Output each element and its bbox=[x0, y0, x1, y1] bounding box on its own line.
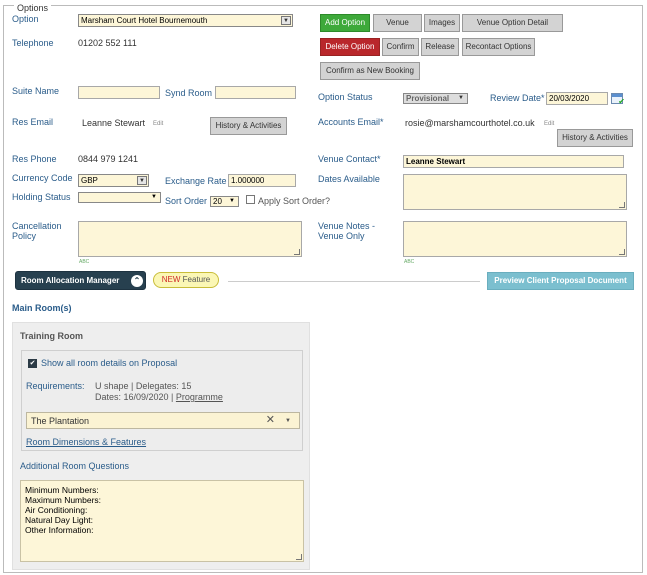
calendar-icon[interactable]: ✔ bbox=[611, 93, 625, 106]
add-option-button[interactable]: Add Option bbox=[320, 14, 370, 32]
new-feature-badge: NEW Feature bbox=[153, 272, 219, 288]
spellcheck-icon[interactable]: ABC bbox=[79, 259, 89, 265]
telephone-value: 01202 552 111 bbox=[78, 38, 137, 48]
room-select[interactable]: The Plantation ✕ ▼ bbox=[26, 412, 300, 429]
synd-room-input[interactable] bbox=[215, 86, 296, 99]
dates-line: Dates: 16/09/2020 | Programme bbox=[95, 392, 223, 403]
question-line: Other Information: bbox=[25, 525, 94, 535]
history-activities-button[interactable]: History & Activities bbox=[210, 117, 287, 135]
show-details-label: Show all room details on Proposal bbox=[41, 358, 178, 368]
requirements-value: U shape | Delegates: 15 bbox=[95, 381, 192, 391]
suite-name-input[interactable] bbox=[78, 86, 160, 99]
room-allocation-manager-label: Room Allocation Manager bbox=[21, 276, 120, 285]
synd-room-label: Synd Room bbox=[165, 88, 213, 98]
resize-grip[interactable] bbox=[296, 554, 302, 560]
option-label: Option bbox=[12, 14, 39, 24]
option-status-label: Option Status bbox=[318, 92, 373, 102]
room-dimensions-link[interactable]: Room Dimensions & Features bbox=[26, 437, 146, 448]
divider bbox=[228, 281, 480, 282]
spellcheck-icon[interactable]: ABC bbox=[404, 259, 414, 265]
room-allocation-manager-button[interactable]: Room Allocation Manager ⌃ bbox=[15, 271, 146, 290]
options-legend: Options bbox=[14, 4, 52, 13]
venue-option-detail-button[interactable]: Venue Option Detail bbox=[462, 14, 563, 32]
additional-questions-label: Additional Room Questions bbox=[20, 461, 130, 471]
chevron-down-icon: ▼ bbox=[137, 176, 147, 185]
room-title: Training Room bbox=[20, 331, 83, 341]
requirements-label: Requirements: bbox=[26, 381, 85, 391]
room-details-box: ✔ Show all room details on Proposal Requ… bbox=[21, 350, 303, 451]
holding-status-label: Holding Status bbox=[12, 192, 71, 202]
cancellation-policy-textarea[interactable] bbox=[78, 221, 302, 257]
option-status-select[interactable]: Provisional ▼ bbox=[403, 93, 468, 104]
accounts-email-value: rosie@marshamcourthotel.co.uk bbox=[405, 118, 535, 128]
option-select-value: Marsham Court Hotel Bournemouth bbox=[81, 16, 208, 25]
sort-order-label: Sort Order bbox=[165, 196, 208, 206]
venue-contact-input[interactable]: Leanne Stewart bbox=[403, 155, 624, 168]
review-date-label: Review Date* bbox=[490, 93, 545, 103]
feature-badge-text: Feature bbox=[180, 275, 211, 284]
option-status-value: Provisional bbox=[406, 94, 450, 103]
chevron-up-icon: ⌃ bbox=[131, 275, 143, 287]
confirm-button[interactable]: Confirm bbox=[382, 38, 419, 56]
question-line: Air Conditioning: bbox=[25, 505, 88, 515]
currency-code-label: Currency Code bbox=[12, 173, 73, 183]
dates-available-label: Dates Available bbox=[318, 174, 380, 184]
currency-code-value: GBP bbox=[81, 176, 98, 185]
venue-notes-label-2: Venue Only bbox=[318, 231, 365, 241]
confirm-new-booking-button[interactable]: Confirm as New Booking bbox=[320, 62, 420, 80]
exchange-rate-input[interactable]: 1.000000 bbox=[228, 174, 296, 187]
recontact-options-button[interactable]: Recontact Options bbox=[462, 38, 535, 56]
additional-questions-textarea[interactable]: Minimum Numbers: Maximum Numbers: Air Co… bbox=[20, 480, 304, 562]
suite-name-label: Suite Name bbox=[12, 86, 60, 96]
chevron-down-icon[interactable]: ▼ bbox=[285, 415, 291, 427]
question-line: Maximum Numbers: bbox=[25, 495, 102, 505]
preview-client-proposal-button[interactable]: Preview Client Proposal Document bbox=[487, 272, 634, 290]
exchange-rate-label: Exchange Rate bbox=[165, 176, 227, 186]
programme-link[interactable]: Programme bbox=[176, 392, 223, 402]
questions-list: Minimum Numbers: Maximum Numbers: Air Co… bbox=[25, 485, 101, 535]
venue-contact-label: Venue Contact* bbox=[318, 154, 381, 164]
res-phone-label: Res Phone bbox=[12, 154, 57, 164]
chevron-down-icon: ▼ bbox=[151, 194, 157, 200]
new-badge-text: NEW bbox=[161, 275, 181, 284]
main-room-panel: Training Room ✔ Show all room details on… bbox=[12, 322, 310, 570]
apply-sort-order-checkbox[interactable] bbox=[246, 195, 255, 204]
chevron-down-icon: ▼ bbox=[229, 198, 235, 204]
review-date-input[interactable]: 20/03/2020 bbox=[546, 92, 608, 105]
currency-code-select[interactable]: GBP ▼ bbox=[78, 174, 149, 187]
chevron-down-icon: ▼ bbox=[458, 95, 464, 101]
chevron-down-icon: ▼ bbox=[281, 16, 291, 25]
question-line: Minimum Numbers: bbox=[25, 485, 99, 495]
option-select[interactable]: Marsham Court Hotel Bournemouth ▼ bbox=[78, 14, 293, 27]
room-select-value: The Plantation bbox=[31, 416, 90, 426]
res-phone-value: 0844 979 1241 bbox=[78, 154, 139, 164]
accounts-email-edit-link[interactable]: Edit bbox=[544, 120, 554, 128]
apply-sort-order-label: Apply Sort Order? bbox=[258, 196, 331, 206]
main-rooms-title: Main Room(s) bbox=[12, 303, 72, 313]
res-email-value: Leanne Stewart bbox=[82, 118, 146, 128]
cancellation-policy-label-2: Policy bbox=[12, 231, 37, 241]
dates-available-textarea[interactable] bbox=[403, 174, 627, 210]
question-line: Natural Day Light: bbox=[25, 515, 94, 525]
venue-notes-textarea[interactable] bbox=[403, 221, 627, 257]
res-email-label: Res Email bbox=[12, 117, 54, 127]
accounts-email-label: Accounts Email* bbox=[318, 117, 384, 127]
venue-button[interactable]: Venue bbox=[373, 14, 422, 32]
telephone-label: Telephone bbox=[12, 38, 54, 48]
dates-text: Dates: 16/09/2020 | bbox=[95, 392, 176, 402]
show-details-checkbox[interactable]: ✔ bbox=[28, 359, 37, 368]
delete-option-button[interactable]: Delete Option bbox=[320, 38, 380, 56]
res-email-edit-link[interactable]: Edit bbox=[153, 120, 163, 128]
sort-order-value: 20 bbox=[213, 197, 222, 206]
clear-icon[interactable]: ✕ bbox=[266, 414, 275, 427]
sort-order-select[interactable]: 20 ▼ bbox=[210, 196, 239, 207]
images-button[interactable]: Images bbox=[424, 14, 460, 32]
release-button[interactable]: Release bbox=[421, 38, 459, 56]
holding-status-select[interactable]: ▼ bbox=[78, 192, 161, 203]
history-activities-right-button[interactable]: History & Activities bbox=[557, 129, 633, 147]
